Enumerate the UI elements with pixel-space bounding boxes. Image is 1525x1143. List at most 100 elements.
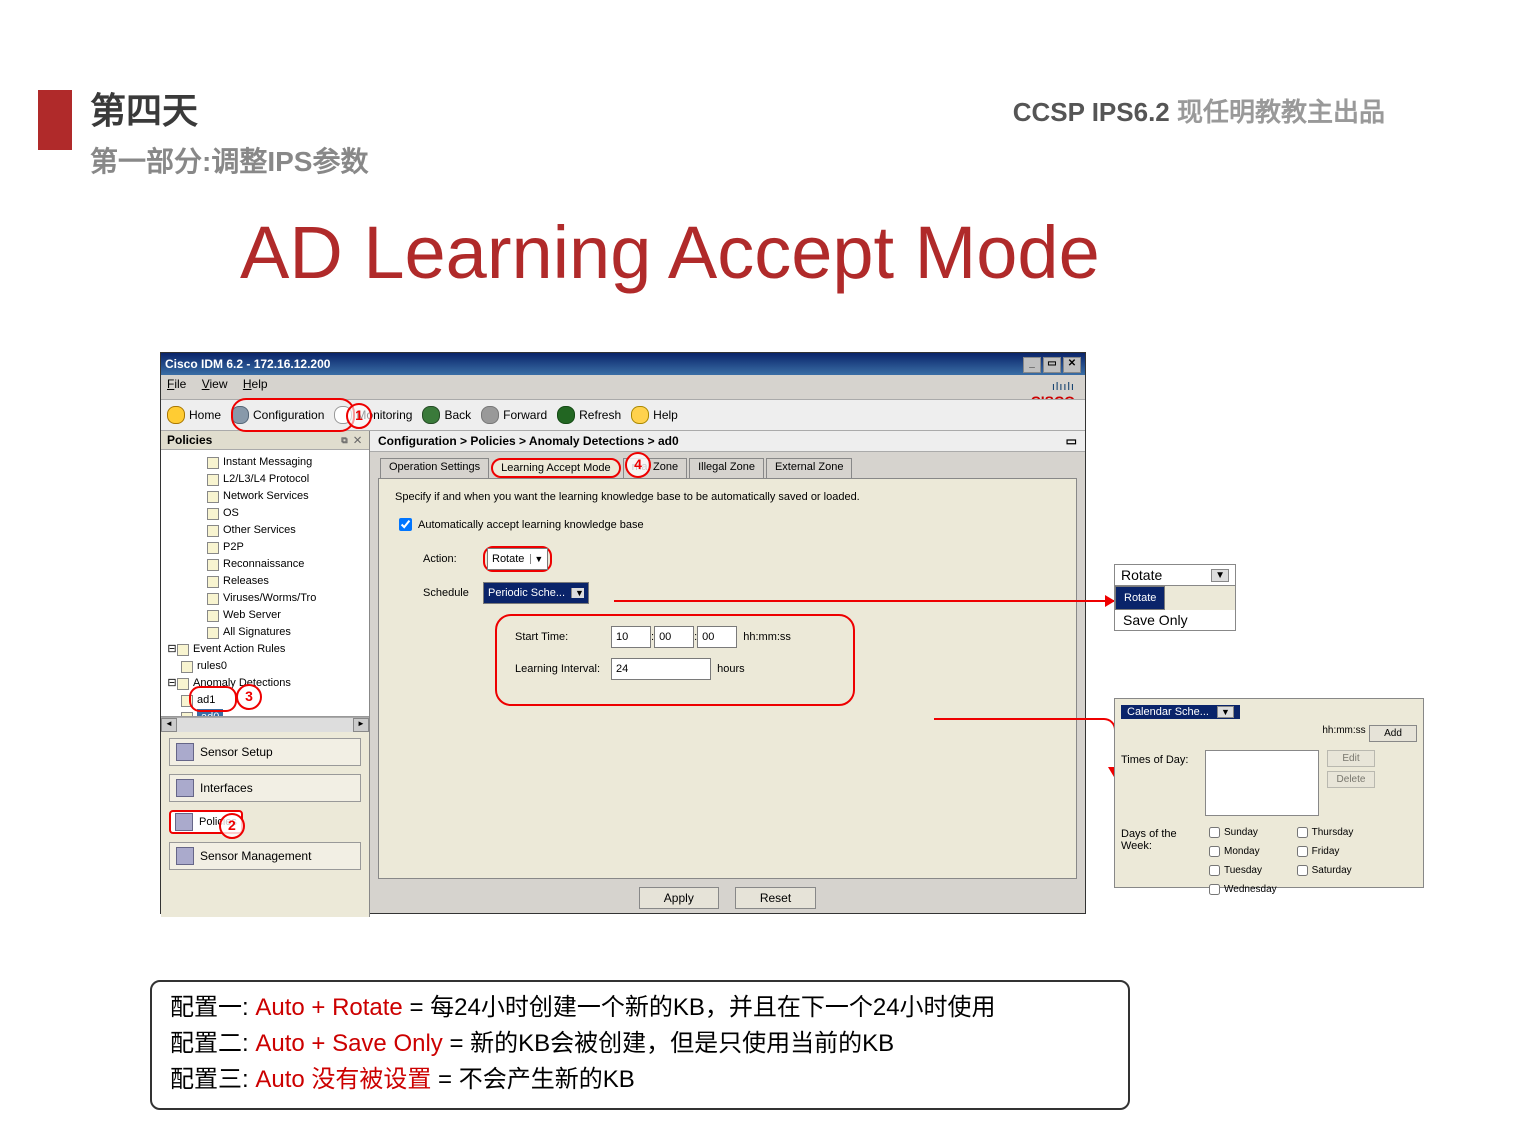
folder-icon <box>207 627 219 639</box>
tab-operation-settings[interactable]: Operation Settings <box>380 458 489 478</box>
wednesday-checkbox[interactable]: Wednesday <box>1205 881 1277 898</box>
time-hint: hh:mm:ss <box>743 631 791 643</box>
callout-number-2: 2 <box>219 813 245 839</box>
folder-icon <box>177 678 189 690</box>
cisco-bars-icon: ılıılı <box>1031 381 1075 393</box>
friday-checkbox[interactable]: Friday <box>1293 843 1354 860</box>
accent-bar <box>38 90 72 150</box>
folder-icon <box>207 491 219 503</box>
callout-number-1: 1 <box>346 403 372 429</box>
help-icon <box>631 406 649 424</box>
home-button[interactable]: Home <box>167 406 221 424</box>
button-row: Apply Reset <box>370 879 1085 917</box>
auto-accept-checkbox[interactable]: Automatically accept learning knowledge … <box>395 515 1060 534</box>
policies-pane-header: Policies ⧉ ✕ <box>161 431 369 450</box>
callout-oval-ad0 <box>189 686 237 712</box>
sensor-icon <box>176 743 194 761</box>
screenshot-window: ılıılı CISCO Cisco IDM 6.2 - 172.16.12.2… <box>160 352 1086 914</box>
rotate-options-popup: Rotate ▼ Rotate Save Only <box>1114 564 1236 631</box>
help-button[interactable]: Help <box>631 406 678 424</box>
days-of-week-label: Days of the Week: <box>1121 824 1205 900</box>
thursday-checkbox[interactable]: Thursday <box>1293 824 1354 841</box>
forward-button[interactable]: Forward <box>481 406 547 424</box>
times-of-day-label: Times of Day: <box>1121 750 1205 766</box>
learning-interval-label: Learning Interval: <box>515 663 611 675</box>
callout-oval-action: Rotate▼ <box>483 546 552 572</box>
checkbox-icon[interactable] <box>399 518 412 531</box>
description-text: Specify if and when you want the learnin… <box>395 491 955 503</box>
rotate-option-save-only[interactable]: Save Only <box>1115 610 1235 630</box>
tab-external-zone[interactable]: External Zone <box>766 458 852 478</box>
toolbar: Home Configuration Monitoring Back Forwa… <box>161 399 1085 431</box>
edit-button[interactable]: Edit <box>1327 750 1375 767</box>
times-list[interactable] <box>1205 750 1319 816</box>
reset-button[interactable]: Reset <box>735 887 816 909</box>
slide-title: AD Learning Accept Mode <box>240 210 1100 295</box>
nav-interfaces[interactable]: Interfaces <box>169 774 361 802</box>
section-subtitle: 第一部分:调整IPS参数 <box>90 140 368 180</box>
breadcrumb: Configuration > Policies > Anomaly Detec… <box>370 431 1085 452</box>
folder-icon <box>207 576 219 588</box>
tuesday-checkbox[interactable]: Tuesday <box>1205 862 1277 879</box>
start-time-label: Start Time: <box>515 631 611 643</box>
callout-schedule-box: Start Time: : : hh:mm:ss Learning Interv… <box>495 614 855 706</box>
ad-icon <box>181 712 193 718</box>
folder-icon <box>207 525 219 537</box>
tree-scrollbar[interactable]: ◄► <box>161 717 369 732</box>
start-sec-input[interactable] <box>697 626 737 648</box>
nav-sensor-management[interactable]: Sensor Management <box>169 842 361 870</box>
chevron-down-icon[interactable]: ▼ <box>1211 569 1229 582</box>
back-icon <box>422 406 440 424</box>
start-min-input[interactable] <box>654 626 694 648</box>
calendar-select[interactable]: Calendar Sche...▼ <box>1121 705 1240 719</box>
window-titlebar: Cisco IDM 6.2 - 172.16.12.200 _▭✕ <box>161 353 1085 375</box>
monday-checkbox[interactable]: Monday <box>1205 843 1277 860</box>
refresh-icon <box>557 406 575 424</box>
back-button[interactable]: Back <box>422 406 471 424</box>
tabs-row: Operation Settings Learning Accept Mode … <box>370 452 1085 478</box>
chevron-down-icon: ▼ <box>1217 706 1234 718</box>
nav-sensor-setup[interactable]: Sensor Setup <box>169 738 361 766</box>
saturday-checkbox[interactable]: Saturday <box>1293 862 1354 879</box>
menu-view[interactable]: View <box>202 377 228 391</box>
rotate-option-rotate[interactable]: Rotate <box>1115 586 1165 610</box>
time-format-hint: hh:mm:ss <box>1319 725 1369 746</box>
chevron-down-icon: ▼ <box>530 554 543 564</box>
schedule-select[interactable]: Periodic Sche...▼ <box>483 582 589 604</box>
branding-rest: 现任明教教主出品 <box>1170 97 1385 127</box>
window-title: Cisco IDM 6.2 - 172.16.12.200 <box>165 357 330 371</box>
forward-icon <box>481 406 499 424</box>
folder-icon <box>207 610 219 622</box>
main-pane: Configuration > Policies > Anomaly Detec… <box>370 431 1085 917</box>
add-button[interactable]: Add <box>1369 725 1417 742</box>
menu-help[interactable]: Help <box>243 377 268 391</box>
left-pane: Policies ⧉ ✕ Instant Messaging L2/L3/L4 … <box>161 431 370 917</box>
start-hour-input[interactable] <box>611 626 651 648</box>
window-controls[interactable]: _▭✕ <box>1021 355 1081 373</box>
day-label: 第四天 <box>90 82 198 134</box>
rotate-select-value[interactable]: Rotate <box>1121 567 1162 583</box>
folder-icon <box>177 644 189 656</box>
delete-button[interactable]: Delete <box>1327 771 1375 788</box>
apply-button[interactable]: Apply <box>639 887 719 909</box>
mgmt-icon <box>176 847 194 865</box>
collapse-icon[interactable]: ▭ <box>1066 434 1077 448</box>
config-notes: 配置一: Auto + Rotate = 每24小时创建一个新的KB，并且在下一… <box>150 980 1130 1110</box>
menu-file[interactable]: FFileile <box>167 377 186 391</box>
tab-learning-accept-mode[interactable]: Learning Accept Mode <box>491 458 620 478</box>
folder-icon <box>207 593 219 605</box>
learning-interval-input[interactable] <box>611 658 711 680</box>
callout-oval-configuration <box>231 398 355 432</box>
sunday-checkbox[interactable]: Sunday <box>1205 824 1277 841</box>
action-select[interactable]: Rotate▼ <box>487 548 548 570</box>
menu-bar[interactable]: FFileile View Help <box>161 375 1085 399</box>
branding: CCSP IPS6.2 现任明教教主出品 <box>1013 92 1385 129</box>
pane-controls-icon[interactable]: ⧉ ✕ <box>341 435 363 446</box>
calendar-schedule-popup: Calendar Sche...▼ hh:mm:ss Add Times of … <box>1114 698 1424 888</box>
tab-illegal-zone[interactable]: Illegal Zone <box>689 458 764 478</box>
folder-icon <box>207 559 219 571</box>
nav-policies[interactable]: Policies2 <box>169 810 243 834</box>
policy-tree[interactable]: Instant Messaging L2/L3/L4 Protocol Netw… <box>161 450 369 717</box>
schedule-label: Schedule <box>423 587 483 599</box>
refresh-button[interactable]: Refresh <box>557 406 621 424</box>
